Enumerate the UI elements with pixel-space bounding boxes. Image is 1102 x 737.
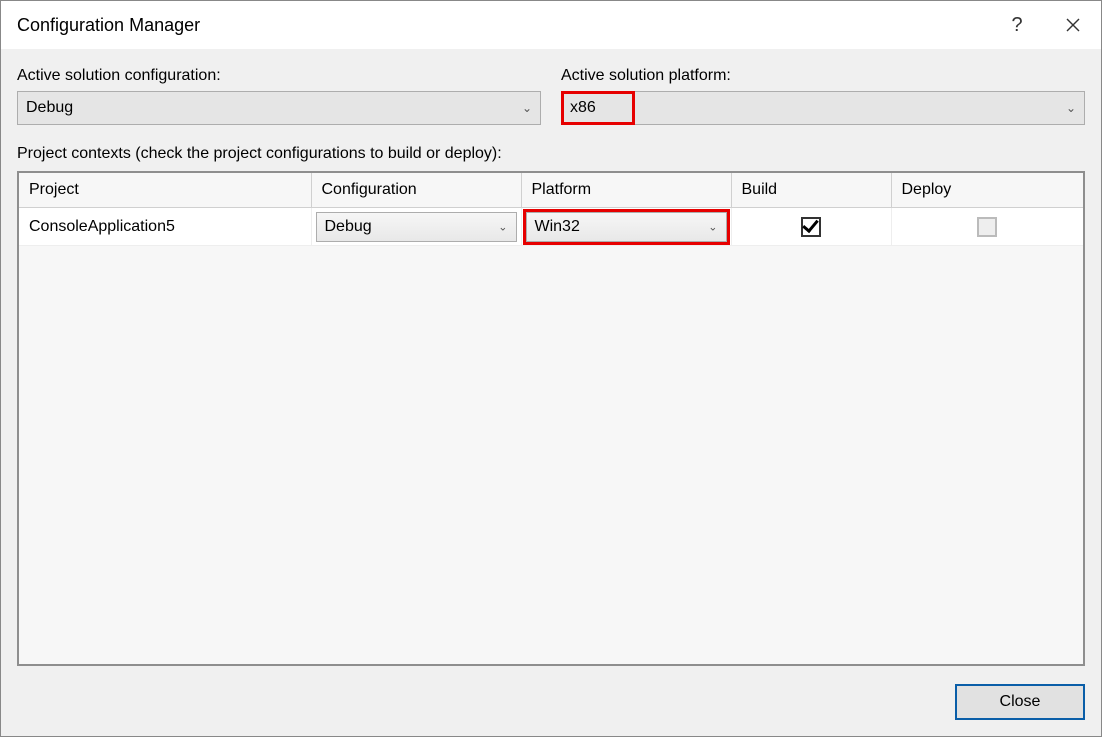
active-config-value: Debug [26, 99, 516, 117]
header-platform[interactable]: Platform [521, 173, 731, 208]
close-button[interactable]: Close [955, 684, 1085, 720]
table-header-row: Project Configuration Platform Build Dep… [19, 173, 1083, 208]
project-contexts-table: Project Configuration Platform Build Dep… [17, 171, 1085, 666]
table-row: ConsoleApplication5 Debug ⌄ Win32 ⌄ [19, 208, 1083, 246]
project-name: ConsoleApplication5 [19, 218, 311, 236]
header-configuration[interactable]: Configuration [311, 173, 521, 208]
build-checkbox[interactable] [801, 217, 821, 237]
row-config-value: Debug [325, 218, 372, 236]
header-project[interactable]: Project [19, 173, 311, 208]
active-config-label: Active solution configuration: [17, 67, 541, 85]
content-area: Active solution configuration: Debug ⌄ A… [1, 49, 1101, 736]
help-button[interactable]: ? [989, 1, 1045, 49]
chevron-down-icon: ⌄ [708, 220, 717, 233]
cell-project: ConsoleApplication5 [19, 208, 311, 246]
close-window-button[interactable] [1045, 1, 1101, 49]
chevron-down-icon: ⌄ [498, 220, 507, 233]
dialog-footer: Close [17, 666, 1085, 720]
active-platform-dropdown[interactable]: x86 ⌄ [561, 91, 1085, 125]
row-config-dropdown[interactable]: Debug ⌄ [316, 212, 517, 242]
cell-deploy [891, 208, 1083, 246]
active-config-block: Active solution configuration: Debug ⌄ [17, 67, 541, 125]
row-platform-dropdown[interactable]: Win32 ⌄ [526, 212, 727, 242]
contexts-table: Project Configuration Platform Build Dep… [19, 173, 1083, 246]
cell-build [731, 208, 891, 246]
header-deploy[interactable]: Deploy [891, 173, 1083, 208]
active-platform-block: Active solution platform: x86 ⌄ [561, 67, 1085, 125]
row-platform-value: Win32 [535, 218, 580, 236]
table-empty-area [19, 246, 1083, 664]
active-platform-value: x86 [570, 99, 1060, 117]
cell-configuration: Debug ⌄ [311, 208, 521, 246]
title-bar: Configuration Manager ? [1, 1, 1101, 49]
header-build[interactable]: Build [731, 173, 891, 208]
cell-platform: Win32 ⌄ [521, 208, 731, 246]
window-title: Configuration Manager [17, 15, 989, 36]
project-contexts-label: Project contexts (check the project conf… [17, 145, 1085, 163]
active-solution-row: Active solution configuration: Debug ⌄ A… [17, 67, 1085, 125]
active-platform-label: Active solution platform: [561, 67, 1085, 85]
deploy-checkbox [977, 217, 997, 237]
active-config-dropdown[interactable]: Debug ⌄ [17, 91, 541, 125]
chevron-down-icon: ⌄ [1066, 101, 1076, 115]
chevron-down-icon: ⌄ [522, 101, 532, 115]
close-icon [1066, 18, 1080, 32]
